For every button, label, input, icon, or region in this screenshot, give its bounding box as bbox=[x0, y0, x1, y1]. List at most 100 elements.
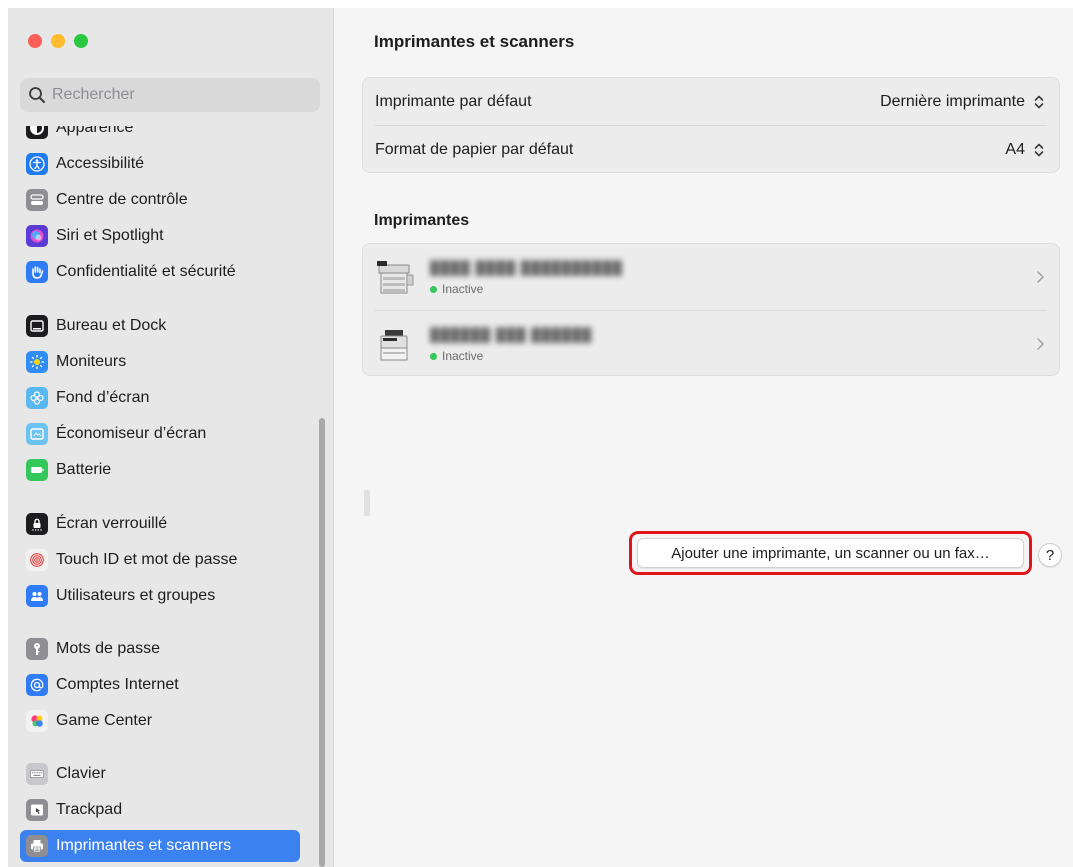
sidebar-item-imprimantes-et-scanners[interactable]: Imprimantes et scanners bbox=[20, 830, 300, 862]
search-field[interactable] bbox=[20, 78, 320, 112]
add-printer-button[interactable]: Ajouter une imprimante, un scanner ou un… bbox=[637, 538, 1024, 568]
split-handle bbox=[364, 490, 370, 516]
printer-row[interactable]: ████ ████ ██████████ Inactive bbox=[363, 244, 1059, 310]
default-paper-popup[interactable]: A4 bbox=[1005, 140, 1047, 160]
key-icon bbox=[26, 638, 48, 660]
sidebar-item-touch-id[interactable]: Touch ID et mot de passe bbox=[20, 544, 300, 576]
default-printer-value: Dernière imprimante bbox=[880, 92, 1025, 110]
sidebar-item-label: Accessibilité bbox=[56, 155, 145, 172]
sidebar-item-game-center[interactable]: Game Center bbox=[20, 705, 300, 737]
sidebar-item-label: Batterie bbox=[56, 461, 112, 478]
printer-status-label: Inactive bbox=[442, 349, 484, 363]
popup-arrows-icon bbox=[1031, 140, 1047, 160]
chevron-right-icon bbox=[1035, 269, 1045, 285]
sidebar-item-label: Bureau et Dock bbox=[56, 317, 167, 334]
printers-card: ████ ████ ██████████ Inactive ██████ ███… bbox=[362, 243, 1060, 376]
desktop-dock-icon bbox=[26, 315, 48, 337]
sidebar-item-label: Apparence bbox=[56, 126, 134, 136]
privacy-hand-icon bbox=[26, 261, 48, 283]
sidebar-item-centre-de-controle[interactable]: Centre de contrôle bbox=[20, 184, 300, 216]
users-icon bbox=[26, 585, 48, 607]
sidebar-item-label: Clavier bbox=[56, 765, 106, 782]
sidebar-item-label: Moniteurs bbox=[56, 353, 127, 370]
default-printer-label: Imprimante par défaut bbox=[375, 92, 532, 110]
printer-status-label: Inactive bbox=[442, 282, 484, 296]
at-sign-icon bbox=[26, 674, 48, 696]
sidebar-item-apparence[interactable]: Apparence bbox=[20, 126, 300, 144]
main-pane: Imprimantes et scanners Imprimante par d… bbox=[334, 8, 1073, 867]
printer-icon bbox=[26, 835, 48, 857]
sidebar-item-ecran-verrouille[interactable]: Écran verrouillé bbox=[20, 508, 300, 540]
sidebar-item-comptes-internet[interactable]: Comptes Internet bbox=[20, 669, 300, 701]
keyboard-icon bbox=[26, 763, 48, 785]
default-printer-popup[interactable]: Dernière imprimante bbox=[880, 92, 1047, 112]
sidebar-item-confidentialite[interactable]: Confidentialité et sécurité bbox=[20, 256, 300, 288]
multifunction-printer-icon bbox=[373, 255, 417, 299]
default-printer-row: Imprimante par défaut Dernière imprimant… bbox=[363, 78, 1059, 125]
sidebar-item-batterie[interactable]: Batterie bbox=[20, 454, 300, 486]
sidebar-item-label: Économiseur d’écran bbox=[56, 425, 207, 442]
laser-printer-icon bbox=[373, 322, 417, 366]
sidebar-item-label: Mots de passe bbox=[56, 640, 161, 657]
sidebar-item-label: Utilisateurs et groupes bbox=[56, 587, 216, 604]
sidebar-item-utilisateurs[interactable]: Utilisateurs et groupes bbox=[20, 580, 300, 612]
displays-icon bbox=[26, 351, 48, 373]
system-settings-window: Apparence Accessibilité Centre de contrô… bbox=[8, 8, 1073, 867]
sidebar-list: Apparence Accessibilité Centre de contrô… bbox=[8, 126, 333, 867]
close-window-button[interactable] bbox=[28, 34, 42, 48]
status-dot-icon bbox=[430, 352, 437, 360]
defaults-card: Imprimante par défaut Dernière imprimant… bbox=[362, 77, 1060, 173]
traffic-lights bbox=[28, 34, 88, 48]
printer-row[interactable]: ██████ ███ ██████ Inactive bbox=[363, 311, 1059, 377]
sidebar-item-label: Centre de contrôle bbox=[56, 191, 188, 208]
sidebar-item-label: Confidentialité et sécurité bbox=[56, 263, 236, 280]
chevron-right-icon bbox=[1035, 336, 1045, 352]
search-input[interactable] bbox=[52, 86, 302, 104]
sidebar-item-label: Comptes Internet bbox=[56, 676, 179, 693]
sidebar-item-accessibilite[interactable]: Accessibilité bbox=[20, 148, 300, 180]
sidebar-item-label: Imprimantes et scanners bbox=[56, 837, 232, 854]
sidebar-item-mots-de-passe[interactable]: Mots de passe bbox=[20, 633, 300, 665]
popup-arrows-icon bbox=[1031, 92, 1047, 112]
sidebar-item-label: Touch ID et mot de passe bbox=[56, 551, 238, 568]
default-paper-value: A4 bbox=[1005, 140, 1025, 158]
sidebar-item-label: Fond d’écran bbox=[56, 389, 150, 406]
printer-status: Inactive bbox=[430, 282, 483, 296]
appearance-icon bbox=[26, 126, 48, 139]
sidebar-item-siri-et-spotlight[interactable]: Siri et Spotlight bbox=[20, 220, 300, 252]
printers-heading: Imprimantes bbox=[374, 212, 470, 229]
lock-screen-icon bbox=[26, 513, 48, 535]
sidebar-item-trackpad[interactable]: Trackpad bbox=[20, 794, 300, 826]
status-dot-icon bbox=[430, 285, 437, 293]
sidebar-item-fond-d-ecran[interactable]: Fond d’écran bbox=[20, 382, 300, 414]
control-center-icon bbox=[26, 189, 48, 211]
page-title: Imprimantes et scanners bbox=[374, 32, 575, 51]
zoom-window-button[interactable] bbox=[74, 34, 88, 48]
sidebar-item-bureau-et-dock[interactable]: Bureau et Dock bbox=[20, 310, 300, 342]
fingerprint-icon bbox=[26, 549, 48, 571]
sidebar-item-label: Siri et Spotlight bbox=[56, 227, 164, 244]
printer-name: ████ ████ ██████████ bbox=[430, 260, 624, 275]
help-button[interactable]: ? bbox=[1038, 543, 1062, 567]
accessibility-icon bbox=[26, 153, 48, 175]
sidebar: Apparence Accessibilité Centre de contrô… bbox=[8, 8, 334, 867]
screensaver-icon bbox=[26, 423, 48, 445]
default-paper-label: Format de papier par défaut bbox=[375, 140, 574, 158]
sidebar-item-label: Game Center bbox=[56, 712, 153, 729]
siri-icon bbox=[26, 225, 48, 247]
sidebar-item-moniteurs[interactable]: Moniteurs bbox=[20, 346, 300, 378]
sidebar-scrollbar[interactable] bbox=[319, 418, 325, 867]
printer-status: Inactive bbox=[430, 349, 483, 363]
minimize-window-button[interactable] bbox=[51, 34, 65, 48]
battery-icon bbox=[26, 459, 48, 481]
default-paper-row: Format de papier par défaut A4 bbox=[363, 126, 1059, 173]
sidebar-item-label: Écran verrouillé bbox=[56, 515, 168, 532]
sidebar-item-clavier[interactable]: Clavier bbox=[20, 758, 300, 790]
sidebar-item-label: Trackpad bbox=[56, 801, 123, 818]
sidebar-item-economiseur[interactable]: Économiseur d’écran bbox=[20, 418, 300, 450]
game-center-icon bbox=[26, 710, 48, 732]
printer-name: ██████ ███ ██████ bbox=[430, 327, 593, 342]
wallpaper-icon bbox=[26, 387, 48, 409]
search-icon bbox=[28, 86, 46, 104]
trackpad-icon bbox=[26, 799, 48, 821]
